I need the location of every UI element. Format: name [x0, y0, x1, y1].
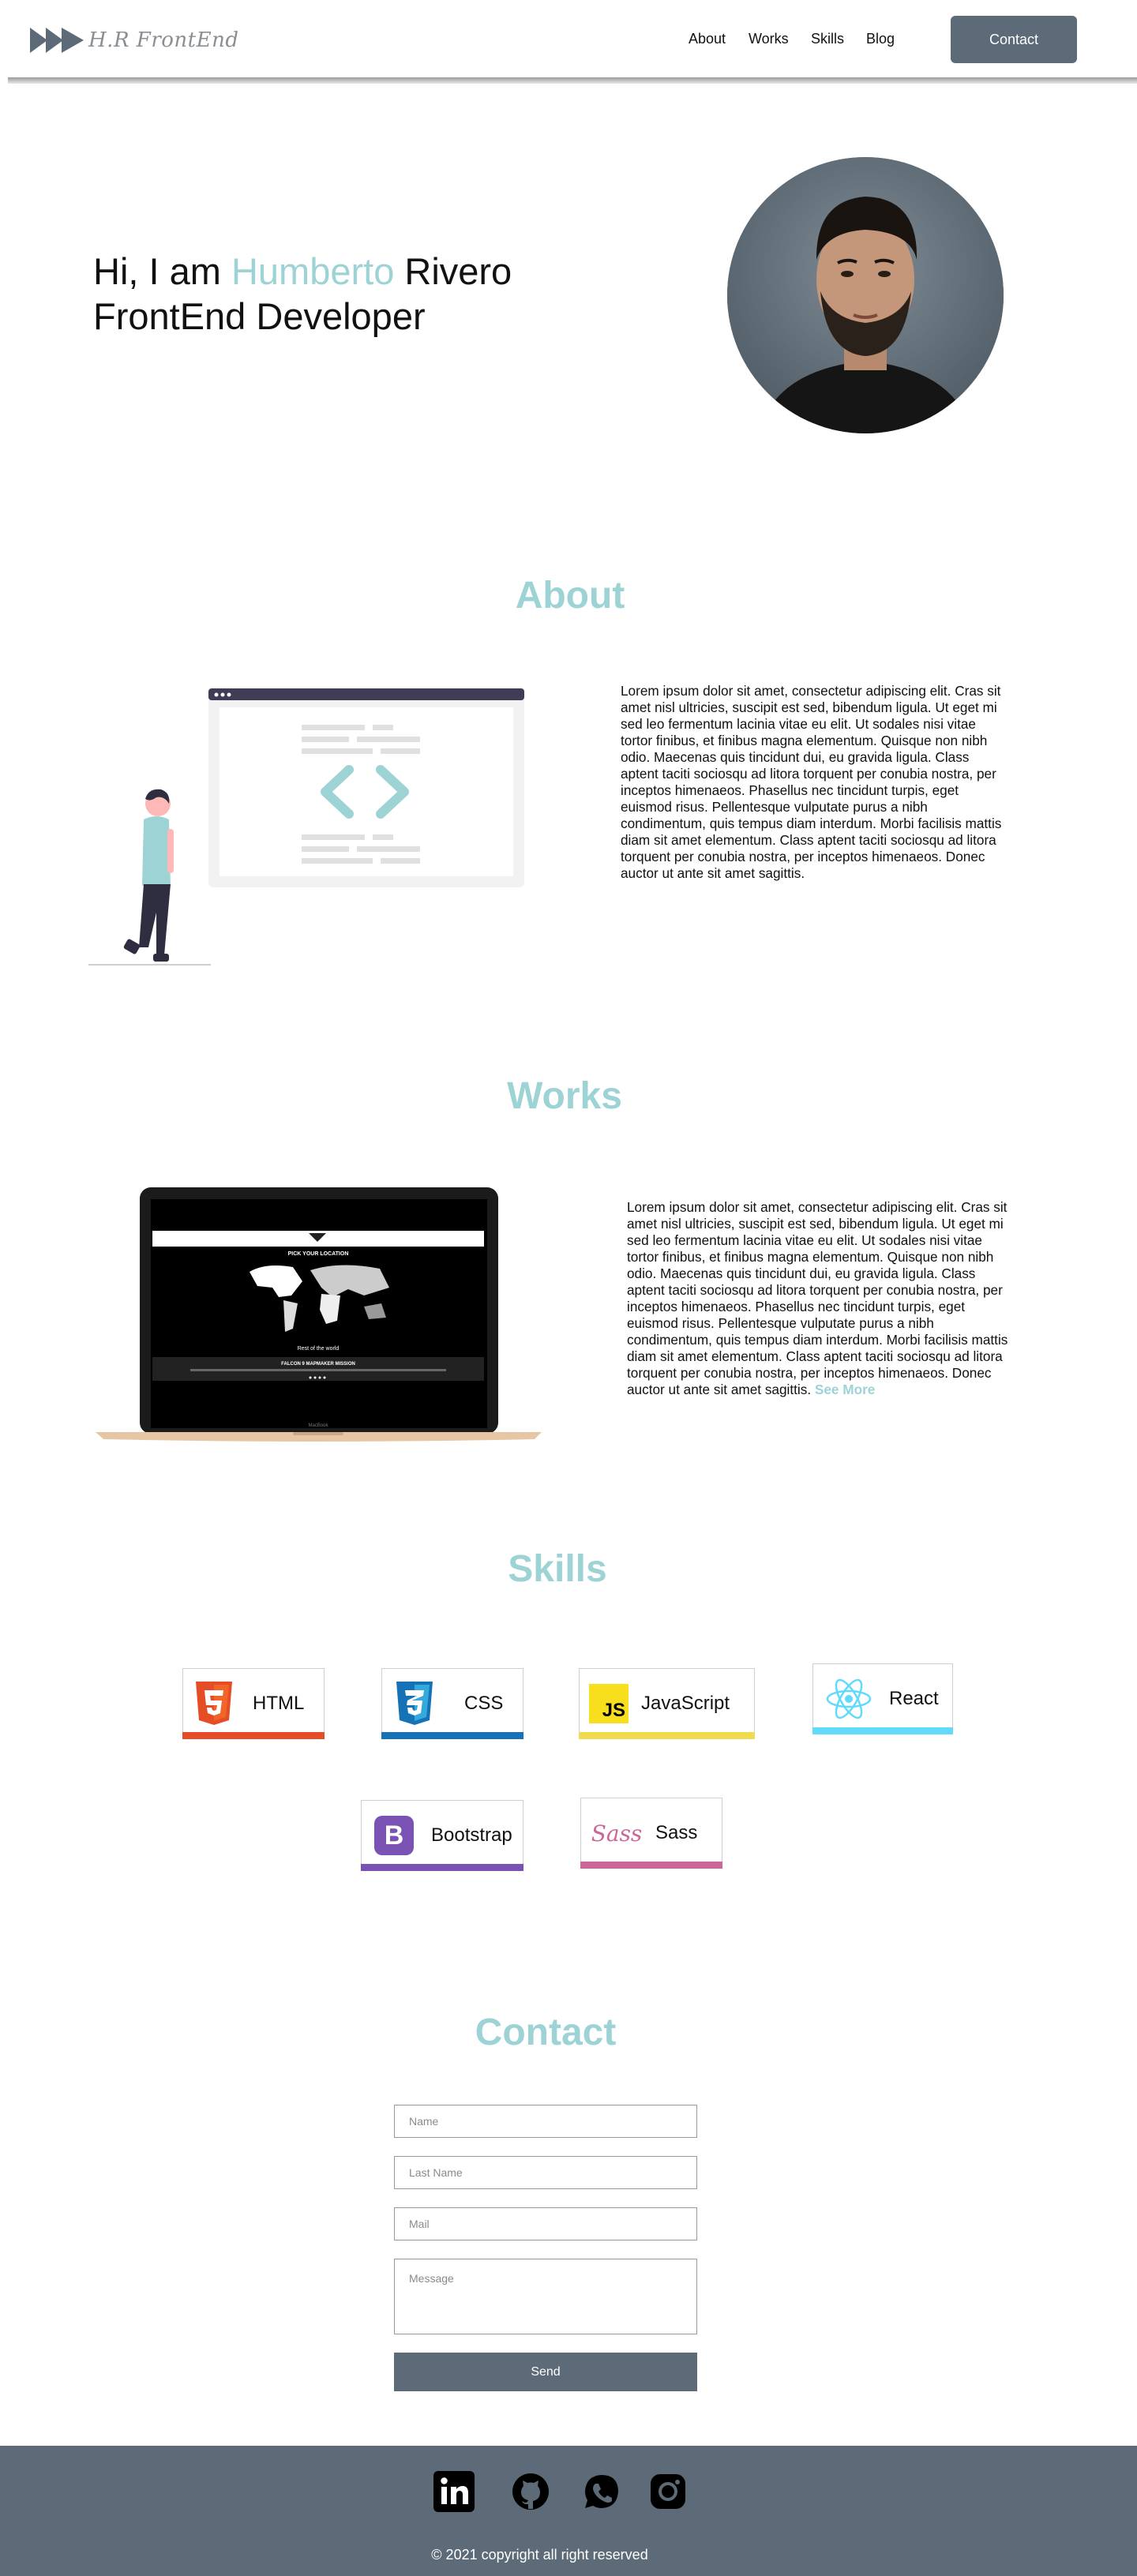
bootstrap-badge-text: B	[384, 1820, 404, 1850]
instagram-icon	[651, 2474, 685, 2509]
skill-card-css: CSS	[381, 1668, 523, 1739]
github-icon	[512, 2473, 549, 2510]
play-arrows-icon	[30, 28, 84, 53]
message-textarea[interactable]	[394, 2259, 697, 2334]
laptop-project-preview[interactable]: PICK YOUR LOCATION Rest of the world FAL…	[96, 1185, 542, 1445]
bootstrap-icon: B	[374, 1816, 414, 1855]
laptop-brand-text: MacBook	[308, 1423, 328, 1428]
works-title: Works	[507, 1075, 622, 1117]
send-button[interactable]: Send	[394, 2353, 697, 2391]
whatsapp-link[interactable]	[581, 2471, 622, 2512]
css3-icon	[396, 1682, 433, 1725]
js-badge-text: JS	[602, 1700, 625, 1721]
screen-mission-text: FALCON 9 MAPMAKER MISSION	[281, 1362, 355, 1367]
nav-link-works[interactable]: Works	[749, 31, 789, 47]
skill-label-css: CSS	[464, 1693, 504, 1714]
skill-label-sass: Sass	[655, 1822, 698, 1843]
javascript-icon: JS	[589, 1684, 629, 1723]
navbar-shadow	[8, 77, 1137, 84]
skill-bar-sass	[580, 1862, 722, 1869]
works-description: Lorem ipsum dolor sit amet, consectetur …	[627, 1199, 1008, 1397]
greeting-text: Hi, I am	[93, 250, 231, 292]
hero-first-name: Humberto	[231, 250, 395, 292]
name-input[interactable]	[394, 2105, 697, 2138]
about-title: About	[515, 575, 625, 617]
hero-role: FrontEnd Developer	[93, 295, 426, 337]
works-text: Lorem ipsum dolor sit amet, consectetur …	[627, 1199, 1014, 1398]
nav-link-blog[interactable]: Blog	[866, 31, 895, 47]
nav-contact-button[interactable]: Contact	[951, 16, 1077, 63]
screen-header-text: PICK YOUR LOCATION	[288, 1251, 349, 1257]
skill-bar-react	[812, 1727, 953, 1734]
mail-input[interactable]	[394, 2207, 697, 2240]
instagram-link[interactable]	[647, 2471, 689, 2512]
html5-icon	[196, 1682, 232, 1725]
hero-last-name: Rivero	[394, 250, 512, 292]
hero-greeting: Hi, I am Humberto Rivero	[93, 249, 512, 293]
skill-card-react: React	[812, 1663, 953, 1734]
skill-label-react: React	[889, 1688, 939, 1709]
skill-bar-javascript	[579, 1732, 755, 1739]
screen-caption-text: Rest of the world	[298, 1346, 340, 1352]
linkedin-link[interactable]	[433, 2471, 475, 2512]
skill-card-sass: Sass Sass	[580, 1798, 722, 1869]
sass-icon: Sass	[591, 1813, 643, 1853]
about-text: Lorem ipsum dolor sit amet, consectetur …	[621, 683, 1002, 881]
github-link[interactable]	[510, 2471, 551, 2512]
developer-illustration	[88, 688, 524, 966]
nav-link-about[interactable]: About	[689, 31, 726, 47]
top-navbar: H.R FrontEnd About Works Skills Blog Con…	[0, 0, 1137, 79]
profile-photo	[727, 157, 1004, 433]
see-more-link[interactable]: See More	[815, 1382, 875, 1397]
react-icon	[826, 1678, 872, 1719]
site-logo[interactable]: H.R FrontEnd	[30, 22, 238, 58]
skill-label-bootstrap: Bootstrap	[431, 1824, 512, 1846]
skills-title: Skills	[508, 1548, 607, 1590]
logo-text: H.R FrontEnd	[88, 28, 239, 52]
contact-title: Contact	[475, 2012, 617, 2053]
skill-bar-bootstrap	[361, 1864, 523, 1871]
skill-card-javascript: JS JavaScript	[579, 1668, 755, 1739]
skill-card-html: HTML	[182, 1668, 325, 1739]
whatsapp-icon	[585, 2475, 618, 2508]
sass-badge-text: Sass	[591, 1820, 643, 1847]
skill-label-javascript: JavaScript	[641, 1693, 730, 1714]
last-name-input[interactable]	[394, 2156, 697, 2189]
skill-card-bootstrap: B Bootstrap	[361, 1800, 523, 1871]
nav-link-skills[interactable]: Skills	[811, 31, 844, 47]
skill-bar-html	[182, 1732, 325, 1739]
skill-bar-css	[381, 1732, 523, 1739]
portrait-illustration	[727, 157, 1004, 433]
copyright-text: © 2021 copyright all right reserved	[431, 2547, 648, 2563]
linkedin-icon	[433, 2471, 475, 2512]
skill-label-html: HTML	[253, 1693, 305, 1714]
